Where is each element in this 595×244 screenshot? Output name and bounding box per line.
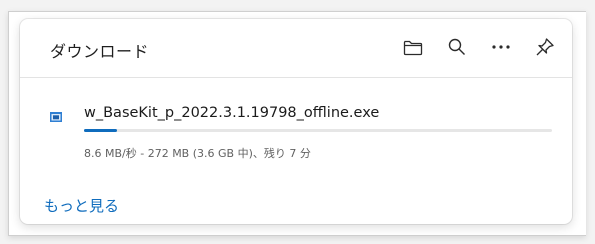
download-filename[interactable]: w_BaseKit_p_2022.3.1.19798_offline.exe: [84, 105, 379, 121]
see-more-link[interactable]: もっと見る: [44, 195, 119, 216]
panel-header: ダウンロード: [20, 19, 572, 77]
header-divider: [20, 77, 572, 78]
open-folder-button[interactable]: [398, 32, 428, 62]
more-icon: [492, 45, 510, 49]
panel-toolbar: [398, 32, 560, 62]
more-options-button[interactable]: [486, 32, 516, 62]
download-status: 8.6 MB/秒 - 272 MB (3.6 GB 中)、残り 7 分: [84, 147, 311, 160]
search-icon: [448, 38, 465, 55]
panel-title: ダウンロード: [50, 42, 150, 61]
download-progress-bar: [84, 129, 552, 132]
folder-icon: [403, 40, 423, 56]
pin-icon: [536, 38, 554, 56]
pin-button[interactable]: [530, 32, 560, 62]
downloads-panel: ダウンロード w_BaseKit_p_2022.3.1.19798_offlin…: [20, 19, 572, 224]
download-item[interactable]: w_BaseKit_p_2022.3.1.19798_offline.exe 8…: [20, 91, 572, 181]
download-progress-fill: [84, 129, 117, 132]
installer-icon: [50, 112, 62, 122]
search-button[interactable]: [442, 32, 472, 62]
